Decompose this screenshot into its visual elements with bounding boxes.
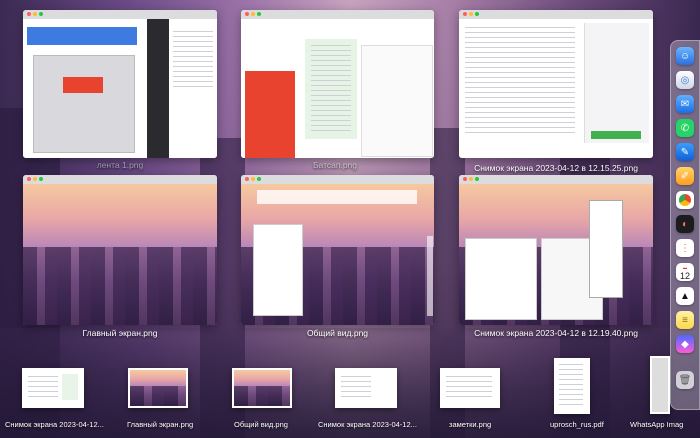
pages-icon[interactable]: ✐ — [676, 167, 694, 185]
text-lines — [341, 376, 371, 400]
dock: ☺ ◎ ✉ ✆ ✎ ✐ ◐ ⋮ ▬ 12 ▲ ≡ ◆ 🗑 — [670, 40, 700, 410]
shelf-label: Снимок экрана 2023-04-12... — [318, 420, 417, 429]
text-lines — [446, 376, 492, 400]
red-image-block — [63, 77, 103, 93]
nested-dock — [427, 236, 433, 316]
city-image — [130, 370, 186, 406]
city-image — [234, 370, 290, 406]
shelf-label: Главный экран.png — [127, 420, 194, 429]
text-lines — [173, 31, 213, 91]
window-label: Главный экран.png — [82, 328, 158, 338]
safari-icon[interactable]: ◎ — [676, 71, 694, 89]
calendar-day: 12 — [679, 271, 690, 281]
shelf-label: Общий вид.png — [234, 420, 288, 429]
green-button-block — [591, 131, 641, 139]
app-store-icon[interactable]: ✎ — [676, 143, 694, 161]
shelf-thumbnail-pdf[interactable] — [554, 358, 590, 414]
window-label-partial: лента 1.png — [96, 160, 144, 170]
window-preview-main-screen[interactable] — [23, 175, 217, 325]
whatsapp-icon[interactable]: ✆ — [676, 119, 694, 137]
shelf-thumbnail[interactable] — [335, 368, 397, 408]
window-preview-overview[interactable] — [241, 175, 434, 325]
shelf-label: WhatsApp Imag — [630, 420, 684, 429]
content-block — [33, 55, 135, 153]
text-lines — [559, 364, 583, 406]
shortcuts-icon[interactable]: ◆ — [676, 335, 694, 353]
shelf-thumbnail[interactable] — [22, 368, 84, 408]
inkscape-icon[interactable]: ▲ — [676, 287, 694, 305]
mail-icon[interactable]: ✉ — [676, 95, 694, 113]
window-label: Снимок экрана 2023-04-12 в 12.15.25.png — [474, 163, 638, 173]
mission-control-strip — [257, 190, 417, 204]
side-document — [361, 45, 433, 157]
city-image — [23, 184, 217, 325]
nested-window — [253, 224, 303, 316]
window-preview-screenshot-1219[interactable] — [459, 175, 653, 325]
shelf-thumbnail[interactable] — [440, 368, 500, 408]
content-block — [27, 27, 137, 45]
arc-icon[interactable]: ◐ — [676, 215, 694, 233]
city-image — [459, 184, 653, 325]
window-label-partial: Батсап.png — [312, 160, 358, 170]
window-label: Общий вид.png — [306, 328, 369, 338]
dark-panel — [147, 19, 169, 158]
calendar-icon[interactable]: ▬ 12 — [676, 263, 694, 281]
window-preview-top-right[interactable] — [459, 10, 653, 158]
shelf-label: Снимок экрана 2023-04-12... — [5, 420, 104, 429]
shelf-label: uprosch_rus.pdf — [550, 420, 604, 429]
notes-icon[interactable]: ≡ — [676, 311, 694, 329]
shelf-thumbnail-whatsapp[interactable] — [650, 356, 670, 414]
window-label: Снимок экрана 2023-04-12 в 12.19.40.png — [474, 328, 638, 338]
red-image-block — [245, 71, 295, 158]
text-lines — [28, 376, 58, 400]
city-image — [241, 184, 434, 325]
shelf-thumbnail[interactable] — [128, 368, 188, 408]
shelf-label: заметки.png — [449, 420, 492, 429]
window-preview-top-left[interactable] — [23, 10, 217, 158]
chat-lines — [311, 45, 351, 135]
text-lines — [465, 27, 575, 137]
chrome-icon[interactable] — [676, 191, 694, 209]
trash-icon[interactable]: 🗑 — [676, 371, 694, 389]
content-block — [62, 374, 78, 400]
side-panel — [584, 23, 649, 143]
context-menu — [589, 200, 623, 298]
nested-window — [465, 238, 537, 320]
reminders-icon[interactable]: ⋮ — [676, 239, 694, 257]
finder-icon[interactable]: ☺ — [676, 47, 694, 65]
shelf-thumbnail[interactable] — [232, 368, 292, 408]
window-preview-top-center[interactable] — [241, 10, 434, 158]
